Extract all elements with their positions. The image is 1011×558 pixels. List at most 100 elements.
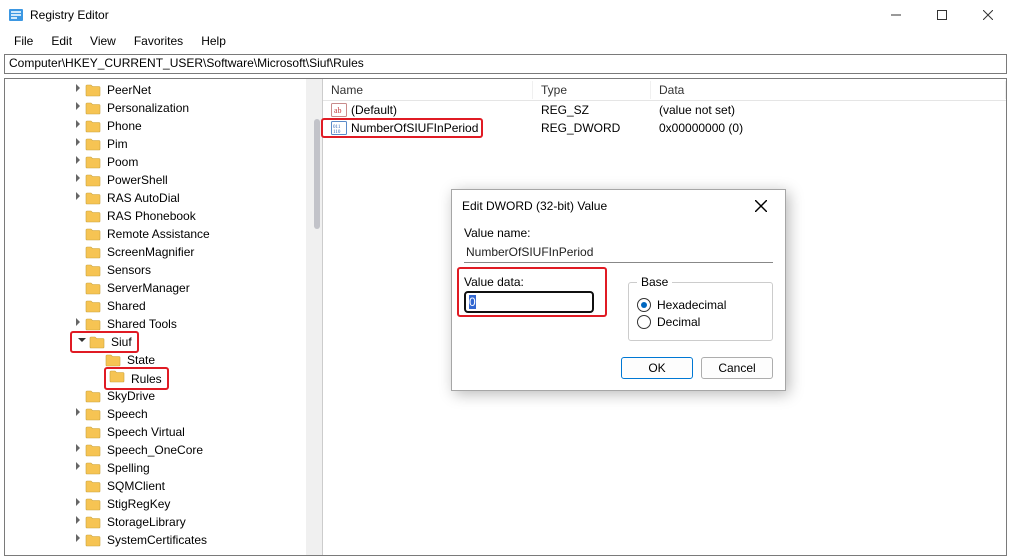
folder-icon [85, 533, 101, 547]
radio-icon [637, 315, 651, 329]
tree-item[interactable]: PeerNet [11, 81, 322, 99]
col-name[interactable]: Name [323, 81, 533, 99]
tree-item[interactable]: Rules [11, 369, 322, 387]
tree-label: StorageLibrary [105, 513, 188, 531]
string-icon: ab [331, 103, 347, 117]
folder-icon [85, 407, 101, 421]
tree-label: RAS Phonebook [105, 207, 198, 225]
dialog-title: Edit DWORD (32-bit) Value [462, 199, 607, 213]
tree-item[interactable]: SQMClient [11, 477, 322, 495]
folder-icon [85, 173, 101, 187]
tree-item[interactable]: SystemCertificates [11, 531, 322, 549]
menu-help[interactable]: Help [193, 32, 234, 50]
tree-label: Speech_OneCore [105, 441, 205, 459]
tree-item[interactable]: Poom [11, 153, 322, 171]
folder-icon [85, 245, 101, 259]
menu-file[interactable]: File [6, 32, 41, 50]
tree-label: SkyDrive [105, 387, 157, 405]
tree-label: Phone [105, 117, 144, 135]
list-row[interactable]: ab(Default)REG_SZ(value not set) [323, 101, 1006, 119]
tree-item[interactable]: Remote Assistance [11, 225, 322, 243]
folder-icon [85, 101, 101, 115]
radio-decimal[interactable]: Decimal [637, 315, 764, 329]
folder-icon [85, 479, 101, 493]
tree-item[interactable]: Siuf [11, 333, 322, 351]
tree-item[interactable]: PowerShell [11, 171, 322, 189]
maximize-button[interactable] [919, 0, 965, 30]
folder-icon [85, 263, 101, 277]
folder-icon [89, 335, 105, 349]
minimize-button[interactable] [873, 0, 919, 30]
tree-item[interactable]: Speech Virtual [11, 423, 322, 441]
close-button[interactable] [965, 0, 1011, 30]
folder-icon [85, 281, 101, 295]
address-bar[interactable]: Computer\HKEY_CURRENT_USER\Software\Micr… [4, 54, 1007, 74]
tree-scrollbar[interactable] [306, 79, 322, 555]
tree[interactable]: PeerNetPersonalizationPhonePimPoomPowerS… [5, 79, 322, 551]
tree-label: Siuf [109, 333, 134, 351]
tree-item[interactable]: Speech [11, 405, 322, 423]
expander-icon[interactable] [71, 135, 85, 153]
folder-icon [85, 191, 101, 205]
tree-item[interactable]: Personalization [11, 99, 322, 117]
expander-icon[interactable] [71, 99, 85, 117]
value-name-label: Value name: [464, 226, 773, 240]
menu-favorites[interactable]: Favorites [126, 32, 191, 50]
value-name-field[interactable]: NumberOfSIUFInPeriod [464, 242, 773, 263]
expander-icon[interactable] [71, 189, 85, 207]
folder-icon [85, 227, 101, 241]
tree-item[interactable]: Spelling [11, 459, 322, 477]
app-title: Registry Editor [30, 8, 109, 22]
cancel-button[interactable]: Cancel [701, 357, 773, 379]
tree-label: Spelling [105, 459, 152, 477]
value-name: (Default) [351, 103, 397, 117]
tree-item[interactable]: Shared [11, 297, 322, 315]
expander-icon[interactable] [71, 405, 85, 423]
radio-label: Decimal [657, 315, 700, 329]
tree-item[interactable]: RAS Phonebook [11, 207, 322, 225]
expander-icon[interactable] [71, 531, 85, 549]
tree-label: PowerShell [105, 171, 170, 189]
tree-label: Sensors [105, 261, 153, 279]
tree-pane: PeerNetPersonalizationPhonePimPoomPowerS… [5, 79, 323, 555]
menu-view[interactable]: View [82, 32, 124, 50]
folder-icon [85, 461, 101, 475]
tree-item[interactable]: StorageLibrary [11, 513, 322, 531]
tree-item[interactable]: RAS AutoDial [11, 189, 322, 207]
expander-icon[interactable] [71, 171, 85, 189]
expander-icon[interactable] [75, 333, 89, 351]
titlebar: Registry Editor [0, 0, 1011, 30]
col-type[interactable]: Type [533, 81, 651, 99]
expander-icon[interactable] [71, 459, 85, 477]
folder-icon [85, 299, 101, 313]
menu-edit[interactable]: Edit [43, 32, 80, 50]
expander-icon[interactable] [71, 441, 85, 459]
expander-icon[interactable] [71, 513, 85, 531]
tree-label: Poom [105, 153, 140, 171]
tree-item[interactable]: SkyDrive [11, 387, 322, 405]
dialog-titlebar[interactable]: Edit DWORD (32-bit) Value [452, 190, 785, 222]
expander-icon[interactable] [71, 81, 85, 99]
folder-icon [109, 369, 125, 383]
radio-hexadecimal[interactable]: Hexadecimal [637, 298, 764, 312]
base-group: Base Hexadecimal Decimal [628, 275, 773, 341]
tree-item[interactable]: ScreenMagnifier [11, 243, 322, 261]
tree-item[interactable]: Pim [11, 135, 322, 153]
col-data[interactable]: Data [651, 81, 1006, 99]
radio-icon [637, 298, 651, 312]
tree-item[interactable]: StigRegKey [11, 495, 322, 513]
ok-button[interactable]: OK [621, 357, 693, 379]
tree-item[interactable]: Sensors [11, 261, 322, 279]
radio-label: Hexadecimal [657, 298, 726, 312]
dialog-close-button[interactable] [747, 192, 775, 220]
folder-icon [85, 155, 101, 169]
tree-item[interactable]: Shared Tools [11, 315, 322, 333]
expander-icon[interactable] [71, 117, 85, 135]
folder-icon [85, 443, 101, 457]
tree-item[interactable]: Speech_OneCore [11, 441, 322, 459]
expander-icon[interactable] [71, 153, 85, 171]
tree-item[interactable]: Phone [11, 117, 322, 135]
expander-icon[interactable] [71, 495, 85, 513]
scrollbar-thumb[interactable] [314, 119, 320, 229]
tree-item[interactable]: ServerManager [11, 279, 322, 297]
